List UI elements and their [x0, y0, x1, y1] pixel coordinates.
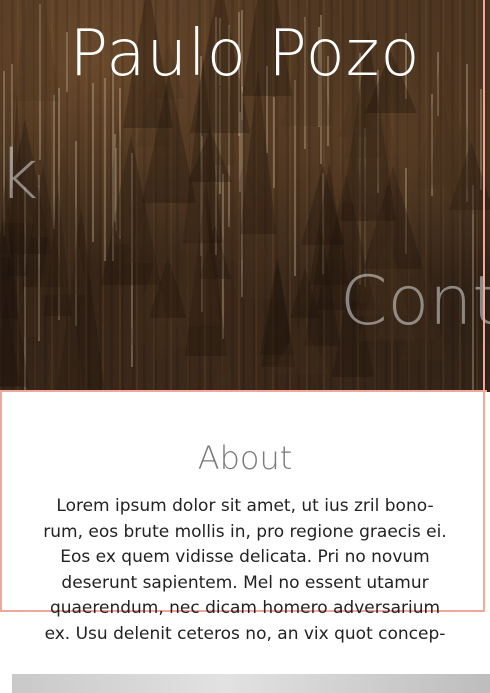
- tree-silhouette: [271, 322, 331, 374]
- tree-silhouette: [428, 93, 458, 185]
- about-paragraph: Lorem ipsum dolor sit amet, ut ius zril …: [14, 494, 476, 647]
- about-line: quaerendum, nec dicam homero adversarium: [49, 598, 441, 618]
- site-title: Paulo Pozo: [69, 17, 421, 91]
- about-heading: About: [197, 439, 293, 477]
- next-section-image: [12, 674, 490, 693]
- hero-forest-image: Paulo Pozo Work Contact: [0, 0, 490, 392]
- about-line: deserunt sapientem. Mel no essent utamur: [61, 572, 429, 593]
- nav-work-label: Work: [0, 136, 39, 215]
- tree-silhouette: [39, 147, 87, 295]
- tree-silhouette: [150, 289, 172, 359]
- nav-work-link[interactable]: Work: [0, 136, 38, 216]
- nav-contact-label: Contact: [340, 262, 490, 341]
- tree-silhouette: [290, 268, 320, 318]
- about-line: ex. Usu delenit ceteros no, an vix quot …: [44, 623, 446, 644]
- nav-contact-link[interactable]: Contact: [340, 262, 490, 342]
- tree-silhouette: [212, 341, 236, 391]
- frame-top-border: [0, 390, 487, 392]
- about-line: rum, eos brute mollis in, pro regione gr…: [43, 521, 447, 542]
- tree-silhouette: [113, 149, 137, 244]
- page: Paulo Pozo Work Contact About Lorem ipsu…: [0, 0, 490, 693]
- about-line: Eos ex quem vidisse delicata. Pri no nov…: [60, 547, 430, 567]
- about-line: Lorem ipsum dolor sit amet, ut ius zril …: [56, 496, 434, 516]
- tree-silhouette: [0, 295, 20, 386]
- frame-left-border: [0, 390, 2, 612]
